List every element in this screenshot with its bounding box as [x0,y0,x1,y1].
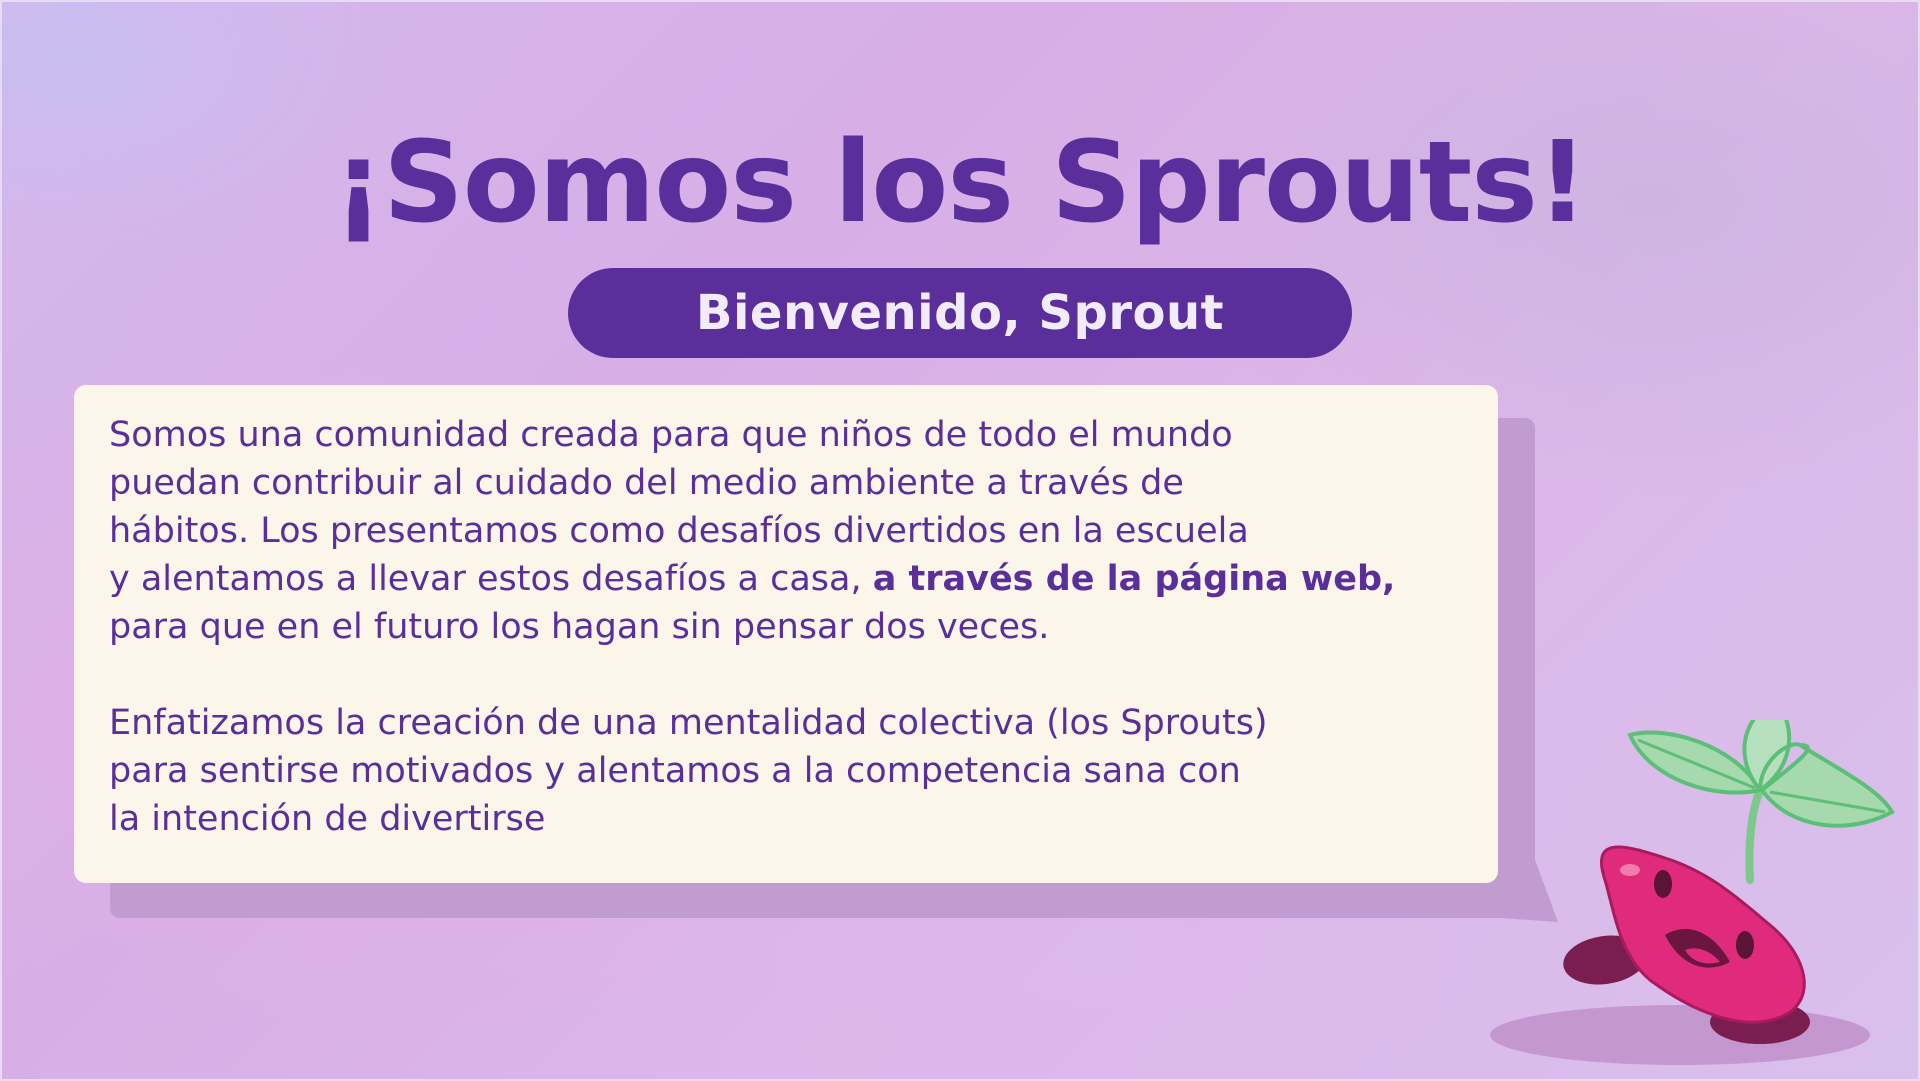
intro-paragraph: Somos una comunidad creada para que niño… [109,411,1468,651]
second-line: la intención de divertirse [109,799,546,839]
second-line: para sentirse motivados y alentamos a la… [109,751,1241,791]
intro-line: puedan contribuir al cuidado del medio a… [109,463,1184,503]
second-line: Enfatizamos la creación de una mentalida… [109,703,1268,743]
welcome-label: Bienvenido, Sprout [695,285,1225,341]
intro-line: hábitos. Los presentamos como desafíos d… [109,511,1249,551]
sprout-mascot-icon [1490,720,1895,1065]
page-title: ¡Somos los Sprouts! [332,118,1588,248]
intro-card: Somos una comunidad creada para que niño… [74,385,1498,883]
intro-line: para que en el futuro los hagan sin pens… [109,607,1050,647]
welcome-badge: Bienvenido, Sprout [568,268,1352,358]
intro-line: y alentamos a llevar estos desafíos a ca… [109,559,873,599]
intro-line: Somos una comunidad creada para que niño… [109,415,1233,455]
website-emphasis: a través de la página web, [872,559,1396,599]
second-paragraph: Enfatizamos la creación de una mentalida… [109,699,1468,843]
